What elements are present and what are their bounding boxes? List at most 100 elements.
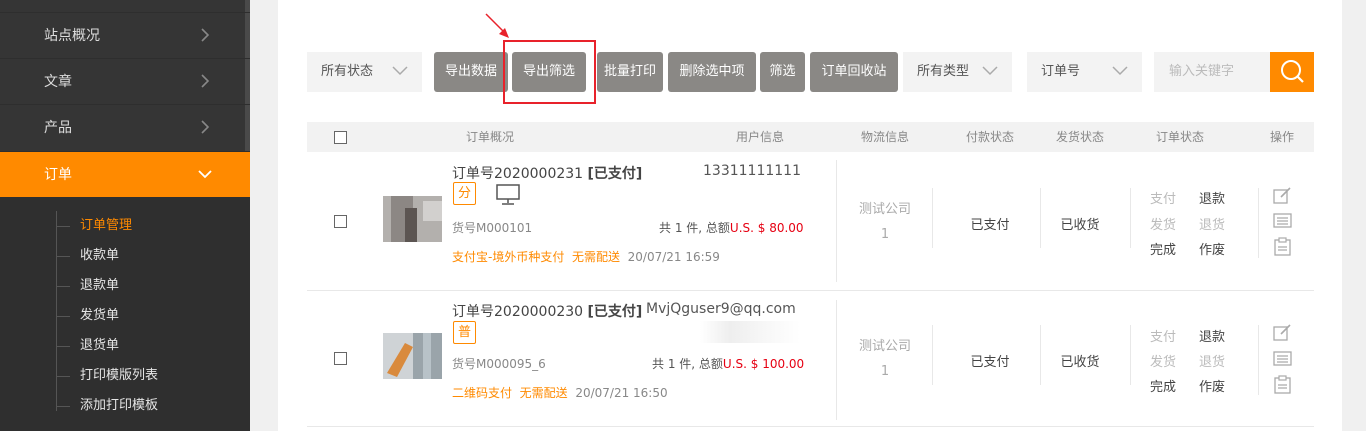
- chevron-right-icon: [201, 74, 210, 88]
- divider: [836, 160, 837, 282]
- chevron-down-icon: [982, 66, 998, 76]
- sidebar-item-label: 文章: [44, 74, 72, 90]
- pay-flag: [已支付]: [587, 166, 643, 182]
- submenu-shipments[interactable]: 发货单: [56, 301, 236, 331]
- action-void[interactable]: 作废: [1199, 239, 1225, 258]
- price: U.S. $ 80.00: [729, 221, 804, 235]
- sidebar-item-label: 订单: [44, 167, 72, 183]
- row-divider: [307, 426, 1314, 427]
- chevron-right-icon: [201, 120, 210, 134]
- sidebar: 站点概况 文章 产品 订单 订单管理 收款单 退款单 发货单 退货单 打印模版列…: [0, 0, 250, 431]
- print-icon[interactable]: [1273, 211, 1292, 230]
- field-select[interactable]: 订单号: [1027, 52, 1142, 92]
- divider: [1258, 188, 1259, 258]
- action-return[interactable]: 退货: [1199, 351, 1225, 370]
- order-total: 共 1 件, 总额U.S. $ 80.00: [659, 221, 804, 235]
- action-void[interactable]: 作废: [1199, 376, 1225, 395]
- chevron-down-icon: [1112, 66, 1128, 76]
- submenu-add-print-template[interactable]: 添加打印模板: [56, 391, 236, 421]
- page-scrollbar[interactable]: [1342, 0, 1366, 431]
- submenu-print-templates[interactable]: 打印模版列表: [56, 361, 236, 391]
- chevron-right-icon: [201, 28, 210, 42]
- column-header: 用户信息: [735, 130, 784, 144]
- status-select-value: 所有状态: [321, 64, 374, 79]
- annotation-arrow-icon: [485, 13, 509, 38]
- status-select[interactable]: 所有状态: [307, 52, 422, 92]
- highlight-box: [503, 40, 596, 104]
- divider: [932, 325, 933, 385]
- recycle-bin-button[interactable]: 订单回收站: [810, 52, 898, 92]
- type-select[interactable]: 所有类型: [903, 52, 1012, 92]
- field-select-value: 订单号: [1041, 64, 1081, 79]
- desktop-icon: [496, 184, 520, 205]
- pay-status: 已支付: [970, 218, 1010, 233]
- row-checkbox[interactable]: [334, 215, 347, 228]
- action-ship[interactable]: 发货: [1150, 214, 1176, 233]
- delete-selected-button[interactable]: 删除选中项: [668, 52, 756, 92]
- payment-line: 支付宝-境外币种支付 无需配送 20/07/21 16:59: [452, 250, 720, 264]
- ship-status: 已收货: [1060, 355, 1100, 370]
- order-number[interactable]: 订单号2020000231 [已支付]: [452, 163, 642, 183]
- logistics-info: 测试公司 1: [858, 339, 911, 379]
- column-header: 操作: [1269, 130, 1294, 144]
- sidebar-item-orders[interactable]: 订单: [0, 151, 250, 197]
- column-header: 发货状态: [1055, 130, 1104, 144]
- edit-icon[interactable]: [1273, 186, 1292, 205]
- sidebar-item-products[interactable]: 产品: [0, 104, 250, 150]
- divider: [1130, 188, 1131, 248]
- submenu-refunds[interactable]: 退款单: [56, 271, 236, 301]
- divider: [836, 300, 837, 420]
- column-header: 订单概况: [465, 130, 514, 144]
- sidebar-item-overview[interactable]: 站点概况: [0, 12, 250, 58]
- sidebar-item-label: 站点概况: [44, 28, 100, 44]
- search-input[interactable]: 输入关键字: [1154, 52, 1270, 92]
- edit-icon[interactable]: [1273, 323, 1292, 342]
- pay-status: 已支付: [970, 355, 1010, 370]
- action-ship[interactable]: 发货: [1150, 351, 1176, 370]
- clipboard-icon[interactable]: [1273, 375, 1292, 394]
- action-return[interactable]: 退货: [1199, 214, 1225, 233]
- product-thumbnail[interactable]: [383, 196, 442, 242]
- batch-print-button[interactable]: 批量打印: [597, 52, 663, 92]
- submenu-receipts[interactable]: 收款单: [56, 241, 236, 271]
- order-type-tag: 普: [453, 321, 476, 344]
- action-refund[interactable]: 退款: [1199, 188, 1225, 207]
- column-header: 物流信息: [860, 130, 909, 144]
- payment-line: 二维码支付 无需配送 20/07/21 16:50: [452, 386, 668, 400]
- filter-button[interactable]: 筛选: [760, 52, 805, 92]
- sidebar-item-label: 产品: [44, 120, 72, 136]
- sidebar-item-articles[interactable]: 文章: [0, 58, 250, 104]
- sku: 货号M000101: [452, 221, 533, 235]
- print-icon[interactable]: [1273, 349, 1292, 368]
- action-complete[interactable]: 完成: [1150, 239, 1176, 258]
- action-complete[interactable]: 完成: [1150, 376, 1176, 395]
- orders-submenu: 订单管理 收款单 退款单 发货单 退货单 打印模版列表 添加打印模板: [0, 197, 250, 431]
- submenu-returns[interactable]: 退货单: [56, 331, 236, 361]
- order-total: 共 1 件, 总额U.S. $ 100.00: [652, 357, 805, 371]
- row-checkbox[interactable]: [334, 352, 347, 365]
- blurred-text: [700, 321, 800, 343]
- sku: 货号M000095_6: [452, 357, 546, 371]
- select-all-checkbox[interactable]: [334, 131, 347, 144]
- column-header: 付款状态: [965, 130, 1014, 144]
- action-pay[interactable]: 支付: [1150, 326, 1176, 345]
- type-select-value: 所有类型: [917, 64, 970, 79]
- divider: [932, 188, 933, 248]
- submenu-order-management[interactable]: 订单管理: [56, 211, 236, 241]
- product-thumbnail[interactable]: [383, 333, 442, 379]
- ship-status: 已收货: [1060, 218, 1100, 233]
- search-icon: [1281, 60, 1304, 83]
- action-refund[interactable]: 退款: [1199, 326, 1225, 345]
- action-pay[interactable]: 支付: [1150, 188, 1176, 207]
- order-number[interactable]: 订单号2020000230 [已支付]: [452, 301, 642, 321]
- chevron-down-icon: [392, 66, 408, 76]
- logistics-info: 测试公司 1: [858, 202, 911, 242]
- chevron-down-icon: [198, 170, 212, 179]
- clipboard-icon[interactable]: [1273, 237, 1292, 256]
- divider: [1258, 325, 1259, 395]
- export-data-button[interactable]: 导出数据: [434, 52, 508, 92]
- order-type-tag: 分: [453, 182, 476, 205]
- column-header: 订单状态: [1155, 130, 1204, 144]
- search-button[interactable]: [1270, 52, 1314, 92]
- price: U.S. $ 100.00: [722, 357, 805, 371]
